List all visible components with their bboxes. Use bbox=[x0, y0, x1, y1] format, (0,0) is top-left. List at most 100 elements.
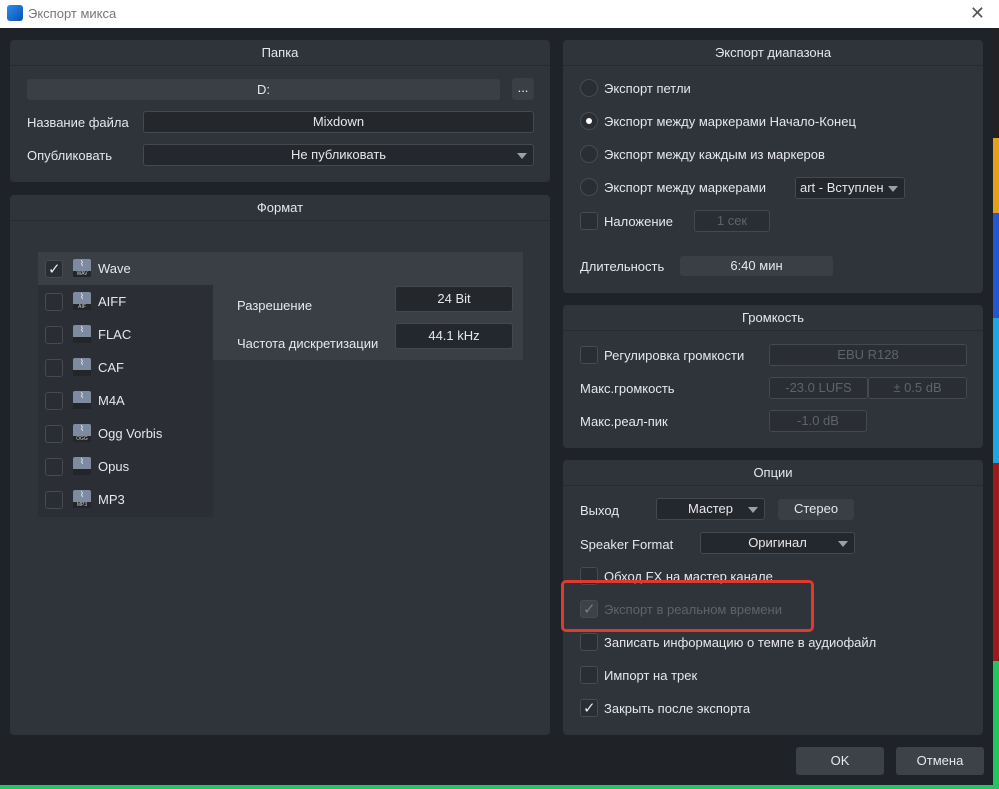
panel-header: Опции bbox=[563, 460, 983, 486]
true-peak-input[interactable]: -1.0 dB bbox=[769, 410, 867, 432]
format-tag bbox=[73, 469, 91, 475]
waveform-icon: ⌇ bbox=[73, 325, 91, 343]
format-tag bbox=[73, 337, 91, 343]
format-tag: WAV bbox=[73, 271, 91, 277]
max-loudness-input[interactable]: -23.0 LUFS bbox=[769, 377, 868, 399]
format-item[interactable]: ⌇ AIF AIFF bbox=[38, 285, 213, 318]
max-loudness-label: Макс.громкость bbox=[580, 381, 675, 396]
format-tag bbox=[73, 403, 91, 409]
duration-label: Длительность bbox=[580, 259, 665, 274]
range-option-label: Экспорт между маркерами bbox=[604, 180, 766, 195]
background-strip bbox=[993, 213, 999, 318]
format-checkbox[interactable] bbox=[45, 491, 63, 509]
output-label: Выход bbox=[580, 503, 619, 518]
normalize-checkbox[interactable] bbox=[580, 346, 598, 364]
format-checkbox[interactable] bbox=[45, 260, 63, 278]
publish-label: Опубликовать bbox=[27, 148, 113, 163]
range-option-label: Экспорт между каждым из маркеров bbox=[604, 147, 825, 162]
format-tag: AIF bbox=[73, 304, 91, 310]
option-label: Импорт на трек bbox=[604, 668, 698, 683]
panel-header: Формат bbox=[10, 195, 550, 221]
samplerate-dropdown[interactable]: 44.1 kHz bbox=[395, 323, 513, 349]
background-strip bbox=[993, 661, 999, 789]
option-checkbox[interactable] bbox=[580, 699, 598, 717]
format-checkbox[interactable] bbox=[45, 425, 63, 443]
background-strip bbox=[993, 138, 999, 213]
format-label: MP3 bbox=[98, 492, 125, 507]
format-checkbox[interactable] bbox=[45, 326, 63, 344]
highlight-box bbox=[561, 580, 814, 632]
true-peak-label: Макс.реал-пик bbox=[580, 414, 668, 429]
range-radio[interactable] bbox=[580, 79, 598, 97]
browse-button[interactable]: ... bbox=[512, 78, 534, 100]
format-tag: OGG bbox=[73, 436, 91, 442]
folder-panel: Папка D: ... Название файла Mixdown Опуб… bbox=[10, 40, 550, 182]
output-dropdown[interactable]: Мастер bbox=[656, 498, 765, 520]
option-label: Записать информацию о темпе в аудиофайл bbox=[604, 635, 877, 650]
speaker-format-dropdown[interactable]: Оригинал bbox=[700, 532, 855, 554]
range-option-label: Экспорт между маркерами Начало-Конец bbox=[604, 114, 856, 129]
chevron-down-icon bbox=[517, 153, 527, 159]
publish-value: Не публиковать bbox=[290, 147, 387, 162]
folder-path[interactable]: D: bbox=[27, 79, 500, 100]
format-item[interactable]: ⌇ OGG Ogg Vorbis bbox=[38, 417, 213, 450]
format-checkbox[interactable] bbox=[45, 293, 63, 311]
duration-value: 6:40 мин bbox=[680, 256, 833, 276]
format-label: CAF bbox=[98, 360, 124, 375]
format-label: M4A bbox=[98, 393, 125, 408]
format-label: Ogg Vorbis bbox=[98, 426, 163, 441]
background-strip bbox=[993, 463, 999, 661]
option-checkbox[interactable] bbox=[580, 666, 598, 684]
overlap-input[interactable]: 1 сек bbox=[694, 210, 770, 232]
option-checkbox[interactable] bbox=[580, 633, 598, 651]
resolution-dropdown[interactable]: 24 Bit bbox=[395, 286, 513, 312]
format-checkbox[interactable] bbox=[45, 392, 63, 410]
overlap-label: Наложение bbox=[604, 214, 674, 229]
waveform-icon: ⌇ WAV bbox=[73, 259, 91, 277]
format-item[interactable]: ⌇WAV Wave bbox=[38, 252, 213, 285]
chevron-down-icon bbox=[838, 541, 848, 547]
format-item[interactable]: ⌇ M4A bbox=[38, 384, 213, 417]
format-checkbox[interactable] bbox=[45, 359, 63, 377]
ok-button[interactable]: OK bbox=[796, 747, 884, 775]
chevron-down-icon bbox=[748, 507, 758, 513]
volume-panel: Громкость Регулировка громкости EBU R128… bbox=[563, 305, 983, 448]
stereo-button[interactable]: Стерео bbox=[778, 499, 854, 520]
app-logo-icon bbox=[7, 5, 23, 21]
resolution-label: Разрешение bbox=[237, 298, 313, 313]
speaker-format-label: Speaker Format bbox=[580, 537, 674, 552]
marker-dropdown[interactable]: art - Вступлен bbox=[795, 177, 905, 199]
cancel-button[interactable]: Отмена bbox=[896, 747, 984, 775]
option-label: Закрыть после экспорта bbox=[604, 701, 751, 716]
normalize-dropdown[interactable]: EBU R128 bbox=[769, 344, 967, 366]
waveform-icon: ⌇ AIF bbox=[73, 292, 91, 310]
format-label: Wave bbox=[98, 261, 131, 276]
format-item[interactable]: ⌇ MP3 MP3 bbox=[38, 483, 213, 516]
format-item[interactable]: ⌇ FLAC bbox=[38, 318, 213, 351]
format-label: AIFF bbox=[98, 294, 127, 309]
format-checkbox[interactable] bbox=[45, 458, 63, 476]
range-radio[interactable] bbox=[580, 112, 598, 130]
panel-header: Громкость bbox=[563, 305, 983, 331]
range-radio[interactable] bbox=[580, 145, 598, 163]
format-label: FLAC bbox=[98, 327, 132, 342]
format-tag bbox=[73, 370, 91, 376]
format-item[interactable]: ⌇ Opus bbox=[38, 450, 213, 483]
background-strip bbox=[0, 785, 999, 789]
panel-header: Экспорт диапазона bbox=[563, 40, 983, 66]
format-label: Opus bbox=[98, 459, 130, 474]
tolerance-input[interactable]: ± 0.5 dB bbox=[868, 377, 967, 399]
overlap-checkbox[interactable] bbox=[580, 212, 598, 230]
range-radio[interactable] bbox=[580, 178, 598, 196]
normalize-label: Регулировка громкости bbox=[604, 348, 745, 363]
window-title: Экспорт микса bbox=[28, 6, 117, 21]
format-panel: Формат Разрешение 24 Bit Частота дискрет… bbox=[10, 195, 550, 735]
panel-header: Папка bbox=[10, 40, 550, 66]
publish-dropdown[interactable]: Не публиковать bbox=[143, 144, 534, 166]
filename-input[interactable]: Mixdown bbox=[143, 111, 534, 133]
filename-label: Название файла bbox=[27, 115, 129, 130]
title-bar: Экспорт микса ✕ bbox=[0, 0, 999, 28]
format-item[interactable]: ⌇ CAF bbox=[38, 351, 213, 384]
close-icon[interactable]: ✕ bbox=[970, 3, 985, 24]
waveform-icon: ⌇ bbox=[73, 457, 91, 475]
